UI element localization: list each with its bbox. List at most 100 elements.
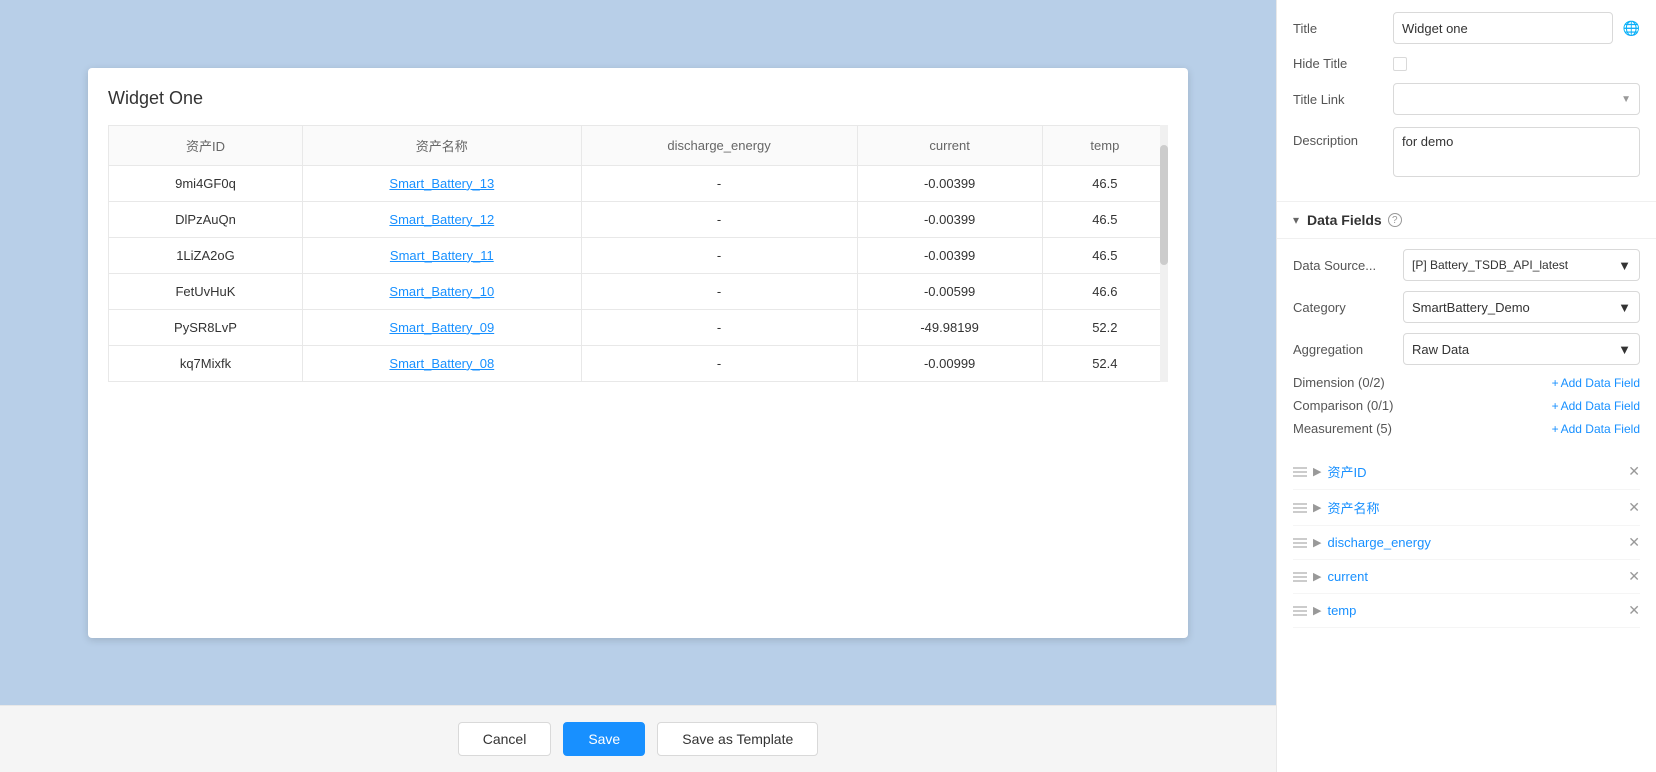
description-textarea[interactable]: for demo	[1393, 127, 1640, 177]
title-section: Title Widget one 🌐 Hide Title Title Link…	[1277, 0, 1656, 202]
col-header-current: current	[857, 125, 1042, 165]
cell-id: FetUvHuK	[109, 273, 303, 309]
expand-arrow-icon[interactable]: ▶	[1313, 536, 1321, 549]
data-source-row: Data Source... [P] Battery_TSDB_API_late…	[1293, 249, 1640, 281]
cell-name[interactable]: Smart_Battery_09	[302, 309, 581, 345]
data-fields-body: Data Source... [P] Battery_TSDB_API_late…	[1277, 239, 1656, 454]
table-row: FetUvHuKSmart_Battery_10--0.0059946.6	[109, 273, 1168, 309]
cell-discharge: -	[581, 345, 857, 381]
cell-discharge: -	[581, 237, 857, 273]
cell-name[interactable]: Smart_Battery_13	[302, 165, 581, 201]
remove-field-button[interactable]: ✕	[1628, 499, 1640, 516]
aggregation-select[interactable]: Raw Data ▼	[1403, 333, 1640, 365]
col-header-id: 资产ID	[109, 125, 303, 165]
cell-current: -0.00399	[857, 165, 1042, 201]
widget-title: Widget One	[108, 88, 1168, 109]
expand-arrow-icon[interactable]: ▶	[1313, 501, 1321, 514]
remove-field-button[interactable]: ✕	[1628, 602, 1640, 619]
col-header-temp: temp	[1042, 125, 1167, 165]
hide-title-label: Hide Title	[1293, 56, 1393, 71]
bottom-bar: Cancel Save Save as Template	[0, 705, 1276, 772]
widget-container: Widget One 资产ID 资产名称 discharge_energy cu…	[88, 68, 1188, 638]
aggregation-row: Aggregation Raw Data ▼	[1293, 333, 1640, 365]
drag-handle[interactable]	[1293, 606, 1307, 616]
cell-current: -0.00399	[857, 201, 1042, 237]
globe-icon: 🌐	[1623, 20, 1640, 37]
cell-id: 9mi4GF0q	[109, 165, 303, 201]
cell-temp: 46.5	[1042, 165, 1167, 201]
measurement-item: ▶ discharge_energy ✕	[1293, 526, 1640, 560]
category-row: Category SmartBattery_Demo ▼	[1293, 291, 1640, 323]
title-input[interactable]: Widget one	[1393, 12, 1613, 44]
drag-handle[interactable]	[1293, 467, 1307, 477]
remove-field-button[interactable]: ✕	[1628, 463, 1640, 480]
title-row: Title Widget one 🌐	[1293, 12, 1640, 44]
measurement-label: Measurement (5)	[1293, 421, 1392, 436]
cell-name[interactable]: Smart_Battery_12	[302, 201, 581, 237]
cell-current: -0.00599	[857, 273, 1042, 309]
expand-arrow-icon[interactable]: ▶	[1313, 604, 1321, 617]
drag-handle[interactable]	[1293, 503, 1307, 513]
description-row: Description for demo	[1293, 127, 1640, 177]
data-source-select[interactable]: [P] Battery_TSDB_API_latest ▼	[1403, 249, 1640, 281]
chevron-down-icon: ▼	[1618, 258, 1631, 273]
aggregation-label: Aggregation	[1293, 342, 1403, 357]
expand-arrow-icon[interactable]: ▶	[1313, 570, 1321, 583]
table-wrapper: 资产ID 资产名称 discharge_energy current temp …	[108, 125, 1168, 382]
cell-discharge: -	[581, 165, 857, 201]
category-select[interactable]: SmartBattery_Demo ▼	[1403, 291, 1640, 323]
cell-id: DlPzAuQn	[109, 201, 303, 237]
add-measurement-link[interactable]: Add Data Field	[1552, 422, 1640, 436]
scrollbar-thumb[interactable]	[1160, 145, 1168, 265]
collapse-icon[interactable]: ▾	[1293, 213, 1299, 227]
measurement-items-list: ▶ 资产ID ✕ ▶ 资产名称 ✕ ▶ discharge_energy ✕ ▶…	[1277, 454, 1656, 638]
dimension-row: Dimension (0/2) Add Data Field	[1293, 375, 1640, 390]
cell-name[interactable]: Smart_Battery_10	[302, 273, 581, 309]
hide-title-row: Hide Title	[1293, 56, 1640, 71]
category-label: Category	[1293, 300, 1403, 315]
title-link-select[interactable]: ▼	[1393, 83, 1640, 115]
table-row: kq7MixfkSmart_Battery_08--0.0099952.4	[109, 345, 1168, 381]
measurement-item: ▶ current ✕	[1293, 560, 1640, 594]
hide-title-checkbox[interactable]	[1393, 57, 1407, 71]
measurement-field-name: current	[1327, 569, 1622, 584]
right-panel: Title Widget one 🌐 Hide Title Title Link…	[1276, 0, 1656, 772]
measurement-field-name: discharge_energy	[1327, 535, 1622, 550]
cell-current: -0.00399	[857, 237, 1042, 273]
description-label: Description	[1293, 127, 1393, 148]
remove-field-button[interactable]: ✕	[1628, 568, 1640, 585]
dimension-label: Dimension (0/2)	[1293, 375, 1385, 390]
data-source-label: Data Source...	[1293, 258, 1403, 273]
save-as-template-button[interactable]: Save as Template	[657, 722, 818, 756]
cell-name[interactable]: Smart_Battery_11	[302, 237, 581, 273]
cell-discharge: -	[581, 309, 857, 345]
cancel-button[interactable]: Cancel	[458, 722, 552, 756]
cell-discharge: -	[581, 273, 857, 309]
expand-arrow-icon[interactable]: ▶	[1313, 465, 1321, 478]
cell-temp: 46.6	[1042, 273, 1167, 309]
table-row: 1LiZA2oGSmart_Battery_11--0.0039946.5	[109, 237, 1168, 273]
comparison-row: Comparison (0/1) Add Data Field	[1293, 398, 1640, 413]
help-icon: ?	[1388, 213, 1402, 227]
cell-id: kq7Mixfk	[109, 345, 303, 381]
chevron-down-icon: ▼	[1621, 94, 1631, 105]
cell-current: -49.98199	[857, 309, 1042, 345]
measurement-item: ▶ 资产名称 ✕	[1293, 490, 1640, 526]
cell-discharge: -	[581, 201, 857, 237]
cell-temp: 52.4	[1042, 345, 1167, 381]
measurement-item: ▶ temp ✕	[1293, 594, 1640, 628]
cell-name[interactable]: Smart_Battery_08	[302, 345, 581, 381]
drag-handle[interactable]	[1293, 538, 1307, 548]
scrollbar-track[interactable]	[1160, 125, 1168, 382]
add-dimension-link[interactable]: Add Data Field	[1552, 376, 1640, 390]
remove-field-button[interactable]: ✕	[1628, 534, 1640, 551]
table-header: 资产ID 资产名称 discharge_energy current temp	[109, 125, 1168, 165]
cell-temp: 52.2	[1042, 309, 1167, 345]
title-label: Title	[1293, 21, 1393, 36]
add-comparison-link[interactable]: Add Data Field	[1552, 399, 1640, 413]
save-button[interactable]: Save	[563, 722, 645, 756]
cell-id: PySR8LvP	[109, 309, 303, 345]
title-link-label: Title Link	[1293, 92, 1393, 107]
drag-handle[interactable]	[1293, 572, 1307, 582]
col-header-discharge: discharge_energy	[581, 125, 857, 165]
